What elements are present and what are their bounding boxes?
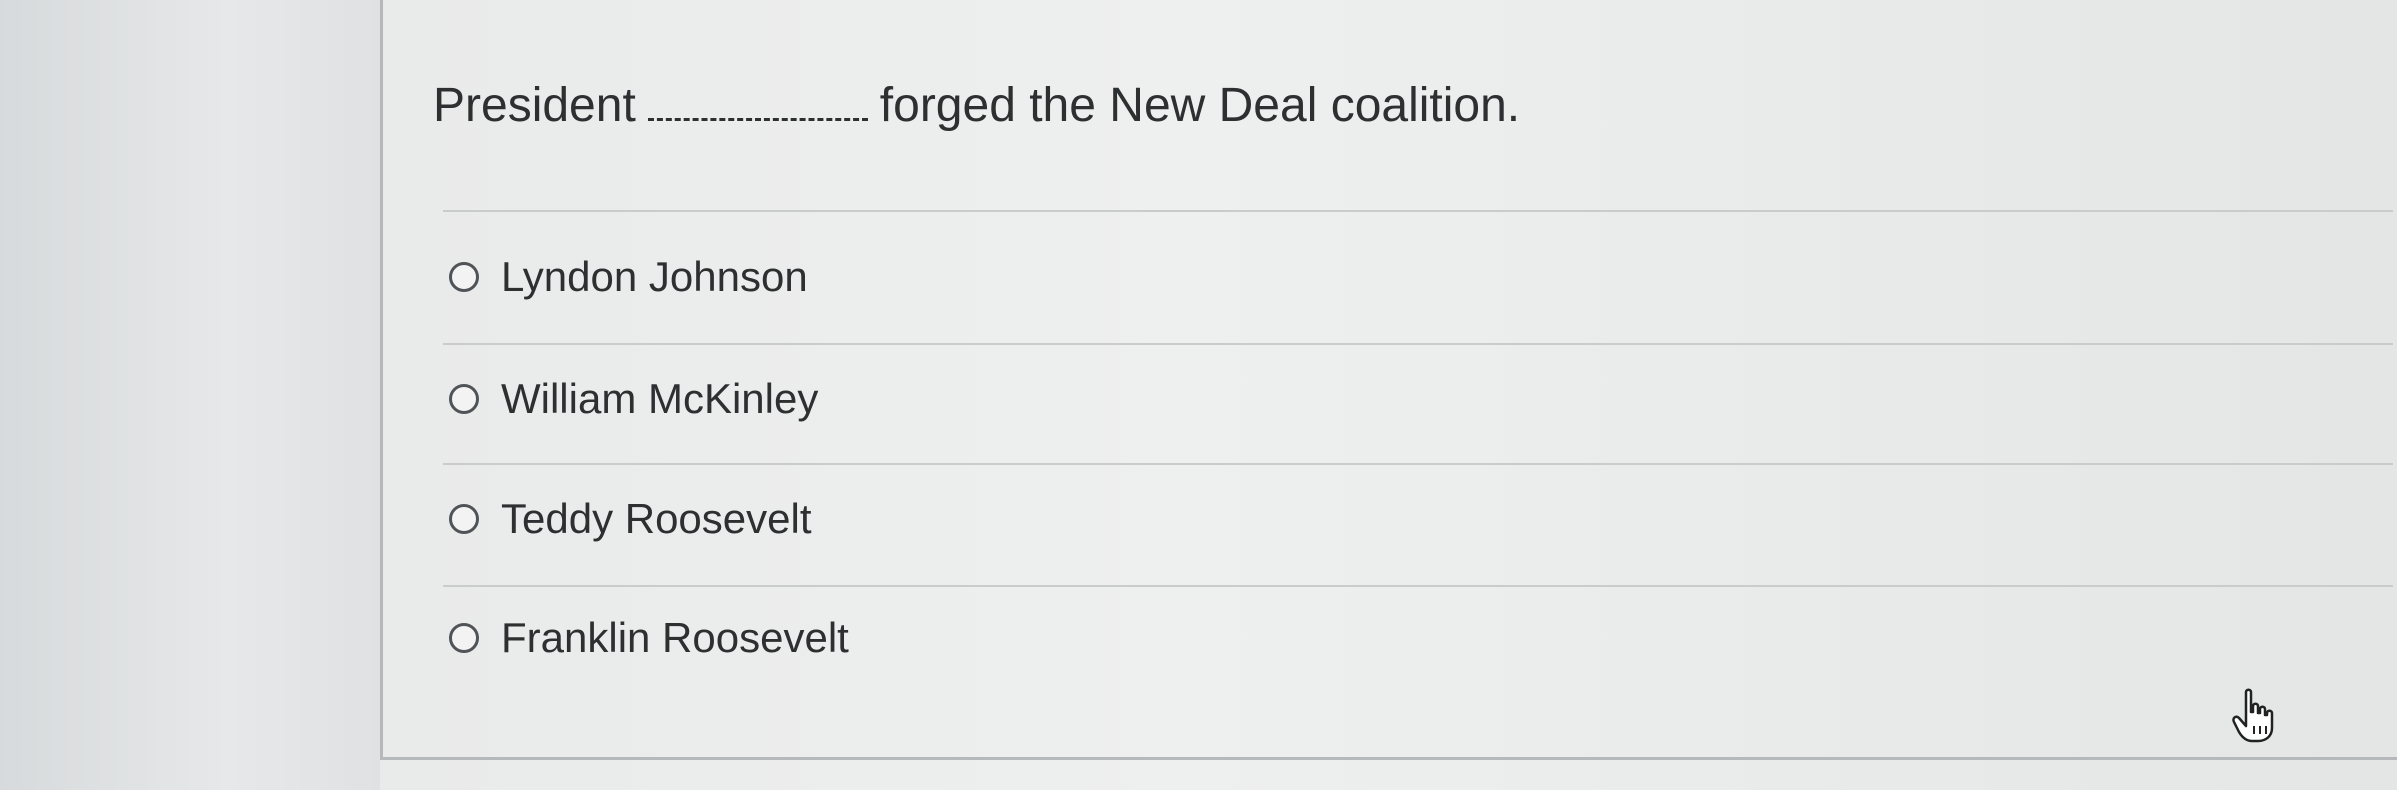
divider [443, 343, 2393, 345]
option-lyndon-johnson[interactable]: Lyndon Johnson [449, 253, 808, 301]
radio-button[interactable] [449, 384, 479, 414]
question-prefix: President [433, 79, 636, 132]
radio-button[interactable] [449, 262, 479, 292]
option-label: Franklin Roosevelt [501, 614, 849, 661]
question-suffix: forged the New Deal coalition. [879, 79, 1521, 132]
answer-blank [647, 78, 868, 121]
option-label: Lyndon Johnson [501, 253, 808, 300]
background-left [0, 0, 380, 790]
radio-button[interactable] [449, 623, 479, 653]
option-william-mckinley[interactable]: William McKinley [449, 375, 818, 423]
hand-pointer-icon [2232, 688, 2274, 743]
radio-button[interactable] [449, 504, 479, 534]
question-card: President forged the New Deal coalition. … [380, 0, 2397, 760]
option-franklin-roosevelt[interactable]: Franklin Roosevelt [449, 614, 849, 662]
option-label: Teddy Roosevelt [501, 495, 812, 542]
divider [443, 585, 2393, 587]
option-teddy-roosevelt[interactable]: Teddy Roosevelt [449, 495, 812, 543]
divider [443, 463, 2393, 465]
option-label: William McKinley [501, 375, 819, 422]
question-text: President forged the New Deal coalition. [433, 78, 1520, 133]
divider [443, 210, 2393, 212]
